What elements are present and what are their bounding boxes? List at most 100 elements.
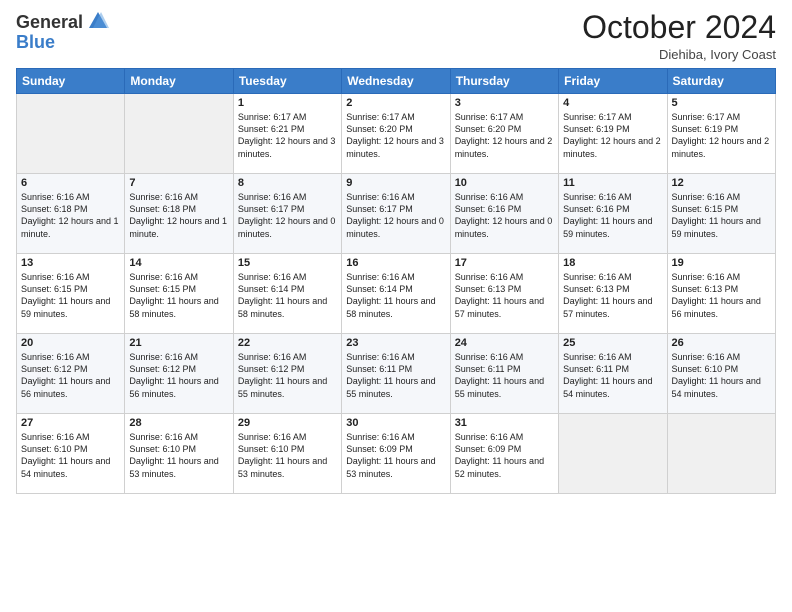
cell-details: Sunrise: 6:17 AM Sunset: 6:20 PM Dayligh… [346, 111, 445, 160]
day-number: 21 [129, 337, 228, 349]
logo-blue: Blue [16, 32, 109, 53]
cell-details: Sunrise: 6:16 AM Sunset: 6:11 PM Dayligh… [346, 351, 445, 400]
cell-details: Sunrise: 6:16 AM Sunset: 6:09 PM Dayligh… [455, 431, 554, 480]
calendar-cell: 26 Sunrise: 6:16 AM Sunset: 6:10 PM Dayli… [667, 334, 775, 414]
cell-details: Sunrise: 6:16 AM Sunset: 6:18 PM Dayligh… [21, 191, 120, 240]
calendar-cell: 31 Sunrise: 6:16 AM Sunset: 6:09 PM Dayli… [450, 414, 558, 494]
weekday-header-thursday: Thursday [450, 69, 558, 94]
calendar-cell: 21 Sunrise: 6:16 AM Sunset: 6:12 PM Dayli… [125, 334, 233, 414]
weekday-header-friday: Friday [559, 69, 667, 94]
cell-details: Sunrise: 6:16 AM Sunset: 6:11 PM Dayligh… [455, 351, 554, 400]
week-row-4: 20 Sunrise: 6:16 AM Sunset: 6:12 PM Dayli… [17, 334, 776, 414]
day-number: 30 [346, 417, 445, 429]
cell-details: Sunrise: 6:16 AM Sunset: 6:12 PM Dayligh… [21, 351, 120, 400]
calendar-cell: 4Sunrise: 6:17 AM Sunset: 6:19 PM Daylig… [559, 94, 667, 174]
day-number: 8 [238, 177, 337, 189]
cell-details: Sunrise: 6:16 AM Sunset: 6:14 PM Dayligh… [346, 271, 445, 320]
weekday-header-saturday: Saturday [667, 69, 775, 94]
calendar-cell: 12Sunrise: 6:16 AM Sunset: 6:15 PM Dayli… [667, 174, 775, 254]
cell-details: Sunrise: 6:17 AM Sunset: 6:21 PM Dayligh… [238, 111, 337, 160]
cell-details: Sunrise: 6:16 AM Sunset: 6:13 PM Dayligh… [455, 271, 554, 320]
day-number: 18 [563, 257, 662, 269]
cell-details: Sunrise: 6:16 AM Sunset: 6:16 PM Dayligh… [563, 191, 662, 240]
cell-details: Sunrise: 6:16 AM Sunset: 6:15 PM Dayligh… [21, 271, 120, 320]
cell-details: Sunrise: 6:16 AM Sunset: 6:18 PM Dayligh… [129, 191, 228, 240]
cell-details: Sunrise: 6:16 AM Sunset: 6:13 PM Dayligh… [563, 271, 662, 320]
calendar-cell: 24Sunrise: 6:16 AM Sunset: 6:11 PM Dayli… [450, 334, 558, 414]
day-number: 25 [563, 337, 662, 349]
calendar-cell: 30 Sunrise: 6:16 AM Sunset: 6:09 PM Dayli… [342, 414, 450, 494]
calendar-cell: 6 Sunrise: 6:16 AM Sunset: 6:18 PM Daylig… [17, 174, 125, 254]
day-number: 31 [455, 417, 554, 429]
calendar-cell: 2 Sunrise: 6:17 AM Sunset: 6:20 PM Daylig… [342, 94, 450, 174]
day-number: 15 [238, 257, 337, 269]
calendar-cell: 18 Sunrise: 6:16 AM Sunset: 6:13 PM Dayli… [559, 254, 667, 334]
day-number: 17 [455, 257, 554, 269]
day-number: 7 [129, 177, 228, 189]
calendar-cell: 15 Sunrise: 6:16 AM Sunset: 6:14 PM Dayli… [233, 254, 341, 334]
cell-details: Sunrise: 6:16 AM Sunset: 6:10 PM Dayligh… [129, 431, 228, 480]
calendar-cell: 29Sunrise: 6:16 AM Sunset: 6:10 PM Dayli… [233, 414, 341, 494]
calendar-cell: 14Sunrise: 6:16 AM Sunset: 6:15 PM Dayli… [125, 254, 233, 334]
day-number: 10 [455, 177, 554, 189]
cell-details: Sunrise: 6:17 AM Sunset: 6:19 PM Dayligh… [672, 111, 771, 160]
day-number: 11 [563, 177, 662, 189]
day-number: 1 [238, 97, 337, 109]
day-number: 13 [21, 257, 120, 269]
day-number: 27 [21, 417, 120, 429]
weekday-header-wednesday: Wednesday [342, 69, 450, 94]
cell-details: Sunrise: 6:16 AM Sunset: 6:13 PM Dayligh… [672, 271, 771, 320]
logo-icon [87, 10, 109, 32]
page: General Blue October 2024 Diehiba, Ivory… [0, 0, 792, 612]
cell-details: Sunrise: 6:16 AM Sunset: 6:11 PM Dayligh… [563, 351, 662, 400]
cell-details: Sunrise: 6:16 AM Sunset: 6:16 PM Dayligh… [455, 191, 554, 240]
day-number: 26 [672, 337, 771, 349]
calendar-cell [17, 94, 125, 174]
day-number: 28 [129, 417, 228, 429]
cell-details: Sunrise: 6:16 AM Sunset: 6:10 PM Dayligh… [21, 431, 120, 480]
weekday-header-sunday: Sunday [17, 69, 125, 94]
logo-general: General [16, 12, 83, 33]
day-number: 20 [21, 337, 120, 349]
day-number: 23 [346, 337, 445, 349]
day-number: 22 [238, 337, 337, 349]
cell-details: Sunrise: 6:16 AM Sunset: 6:14 PM Dayligh… [238, 271, 337, 320]
calendar-cell [667, 414, 775, 494]
calendar-cell: 17 Sunrise: 6:16 AM Sunset: 6:13 PM Dayli… [450, 254, 558, 334]
week-row-1: 1 Sunrise: 6:17 AM Sunset: 6:21 PM Daylig… [17, 94, 776, 174]
cell-details: Sunrise: 6:16 AM Sunset: 6:15 PM Dayligh… [672, 191, 771, 240]
day-number: 2 [346, 97, 445, 109]
cell-details: Sunrise: 6:16 AM Sunset: 6:12 PM Dayligh… [129, 351, 228, 400]
calendar-cell: 27 Sunrise: 6:16 AM Sunset: 6:10 PM Dayli… [17, 414, 125, 494]
calendar-body: 1 Sunrise: 6:17 AM Sunset: 6:21 PM Daylig… [17, 94, 776, 494]
week-row-2: 6 Sunrise: 6:16 AM Sunset: 6:18 PM Daylig… [17, 174, 776, 254]
cell-details: Sunrise: 6:16 AM Sunset: 6:17 PM Dayligh… [238, 191, 337, 240]
calendar-cell: 28 Sunrise: 6:16 AM Sunset: 6:10 PM Dayli… [125, 414, 233, 494]
cell-details: Sunrise: 6:16 AM Sunset: 6:10 PM Dayligh… [238, 431, 337, 480]
cell-details: Sunrise: 6:16 AM Sunset: 6:17 PM Dayligh… [346, 191, 445, 240]
calendar-cell: 7 Sunrise: 6:16 AM Sunset: 6:18 PM Daylig… [125, 174, 233, 254]
cell-details: Sunrise: 6:16 AM Sunset: 6:10 PM Dayligh… [672, 351, 771, 400]
calendar-cell: 11 Sunrise: 6:16 AM Sunset: 6:16 PM Dayli… [559, 174, 667, 254]
cell-details: Sunrise: 6:17 AM Sunset: 6:19 PM Dayligh… [563, 111, 662, 160]
calendar-cell: 16 Sunrise: 6:16 AM Sunset: 6:14 PM Dayli… [342, 254, 450, 334]
day-number: 9 [346, 177, 445, 189]
calendar-cell [125, 94, 233, 174]
cell-details: Sunrise: 6:16 AM Sunset: 6:09 PM Dayligh… [346, 431, 445, 480]
month-title: October 2024 [582, 10, 776, 45]
weekday-header-row: SundayMondayTuesdayWednesdayThursdayFrid… [17, 69, 776, 94]
calendar-cell: 5 Sunrise: 6:17 AM Sunset: 6:19 PM Daylig… [667, 94, 775, 174]
calendar-cell: 8 Sunrise: 6:16 AM Sunset: 6:17 PM Daylig… [233, 174, 341, 254]
week-row-5: 27 Sunrise: 6:16 AM Sunset: 6:10 PM Dayli… [17, 414, 776, 494]
calendar-cell: 22 Sunrise: 6:16 AM Sunset: 6:12 PM Dayli… [233, 334, 341, 414]
day-number: 16 [346, 257, 445, 269]
day-number: 3 [455, 97, 554, 109]
day-number: 6 [21, 177, 120, 189]
calendar-cell: 3Sunrise: 6:17 AM Sunset: 6:20 PM Daylig… [450, 94, 558, 174]
calendar-cell: 23 Sunrise: 6:16 AM Sunset: 6:11 PM Dayli… [342, 334, 450, 414]
location-subtitle: Diehiba, Ivory Coast [582, 47, 776, 62]
calendar-cell: 9 Sunrise: 6:16 AM Sunset: 6:17 PM Daylig… [342, 174, 450, 254]
day-number: 5 [672, 97, 771, 109]
title-block: October 2024 Diehiba, Ivory Coast [582, 10, 776, 62]
cell-details: Sunrise: 6:16 AM Sunset: 6:12 PM Dayligh… [238, 351, 337, 400]
